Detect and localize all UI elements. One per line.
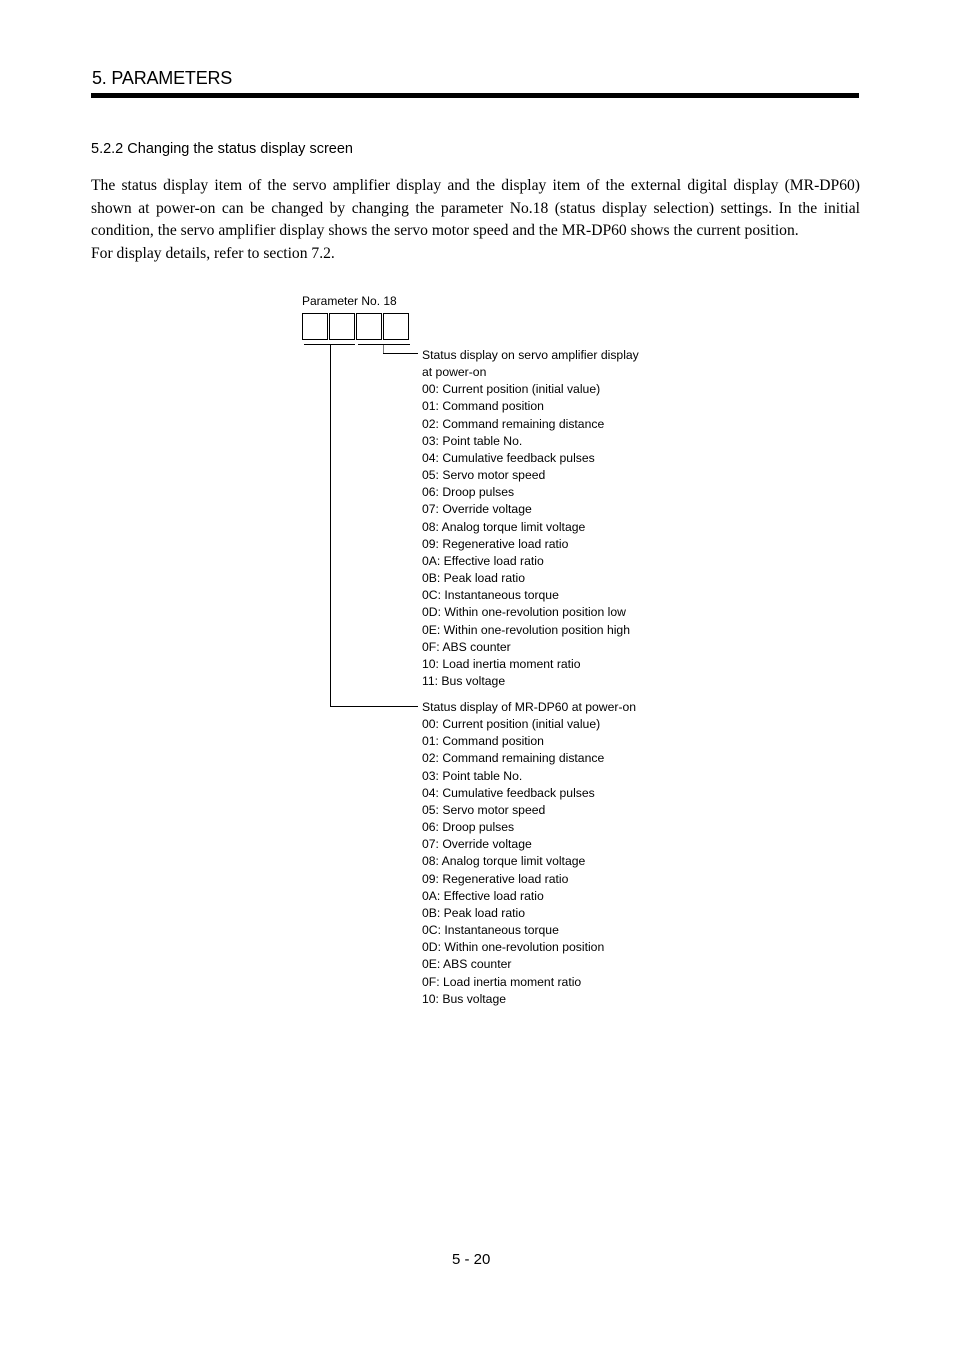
list-item: 10: Load inertia moment ratio [422,656,581,671]
mrdp60-status-list: Status display of MR-DP60 at power-on 00… [422,699,636,1008]
list-item: 01: Command position [422,399,544,414]
list-item: 0D: Within one-revolution position [422,940,605,955]
digit-box-1 [302,313,328,340]
list-item: 03: Point table No. [422,433,523,448]
reference-paragraph: For display details, refer to section 7.… [91,244,335,262]
list-item: 0D: Within one-revolution position low [422,605,626,620]
list-item: 09: Regenerative load ratio [422,536,569,551]
amplifier-group-title: Status display on servo amplifier displa… [422,348,639,362]
chapter-title: 5. PARAMETERS [92,68,233,88]
amplifier-group-title-cont: at power-on [422,365,487,380]
list-item: 05: Servo motor speed [422,468,546,483]
list-item: 0F: Load inertia moment ratio [422,974,582,989]
list-item: 0E: ABS counter [422,957,512,972]
list-item: 02: Command remaining distance [422,751,605,766]
list-item: 07: Override voltage [422,502,532,517]
parameter-label: Parameter No. 18 [302,294,397,308]
list-item: 06: Droop pulses [422,485,515,500]
page-number: 5 - 20 [452,1251,491,1268]
list-item: 0B: Peak load ratio [422,571,525,586]
digit-box-4 [383,313,409,340]
list-item: 08: Analog torque limit voltage [422,519,586,534]
list-item: 04: Cumulative feedback pulses [422,450,595,465]
body-text: The status display item of the servo amp… [91,175,860,265]
amplifier-status-list: Status display on servo amplifier displa… [422,347,639,690]
digit-box-3 [356,313,382,340]
list-item: 05: Servo motor speed [422,802,546,817]
list-item: 0E: Within one-revolution position high [422,622,630,637]
list-item: 10: Bus voltage [422,991,507,1006]
list-item: 06: Droop pulses [422,820,515,835]
list-item: 04: Cumulative feedback pulses [422,785,595,800]
list-item: 00: Current position (initial value) [422,382,601,397]
list-item: 0C: Instantaneous torque [422,588,559,603]
list-item: 03: Point table No. [422,768,523,783]
list-item: 0F: ABS counter [422,639,511,654]
intro-paragraph: The status display item of the servo amp… [91,177,860,240]
list-item: 09: Regenerative load ratio [422,871,569,886]
list-item: 00: Current position (initial value) [422,717,601,732]
mrdp60-connector-vertical [330,345,331,707]
list-item: 0C: Instantaneous torque [422,923,559,938]
list-item: 07: Override voltage [422,837,532,852]
lower-digits-underline [358,344,410,345]
list-item: 11: Bus voltage [422,673,506,688]
section-title: 5.2.2 Changing the status display screen [91,141,353,157]
list-item: 01: Command position [422,734,544,749]
list-item: 0B: Peak load ratio [422,905,525,920]
digit-box-2 [329,313,355,340]
list-item: 02: Command remaining distance [422,416,605,431]
list-item: 0A: Effective load ratio [422,553,544,568]
list-item: 0A: Effective load ratio [422,888,544,903]
list-item: 08: Analog torque limit voltage [422,854,586,869]
mrdp60-connector-horizontal [330,706,418,707]
amplifier-connector-horizontal [383,353,418,354]
mrdp60-group-title: Status display of MR-DP60 at power-on [422,700,637,714]
chapter-rule [91,93,859,98]
